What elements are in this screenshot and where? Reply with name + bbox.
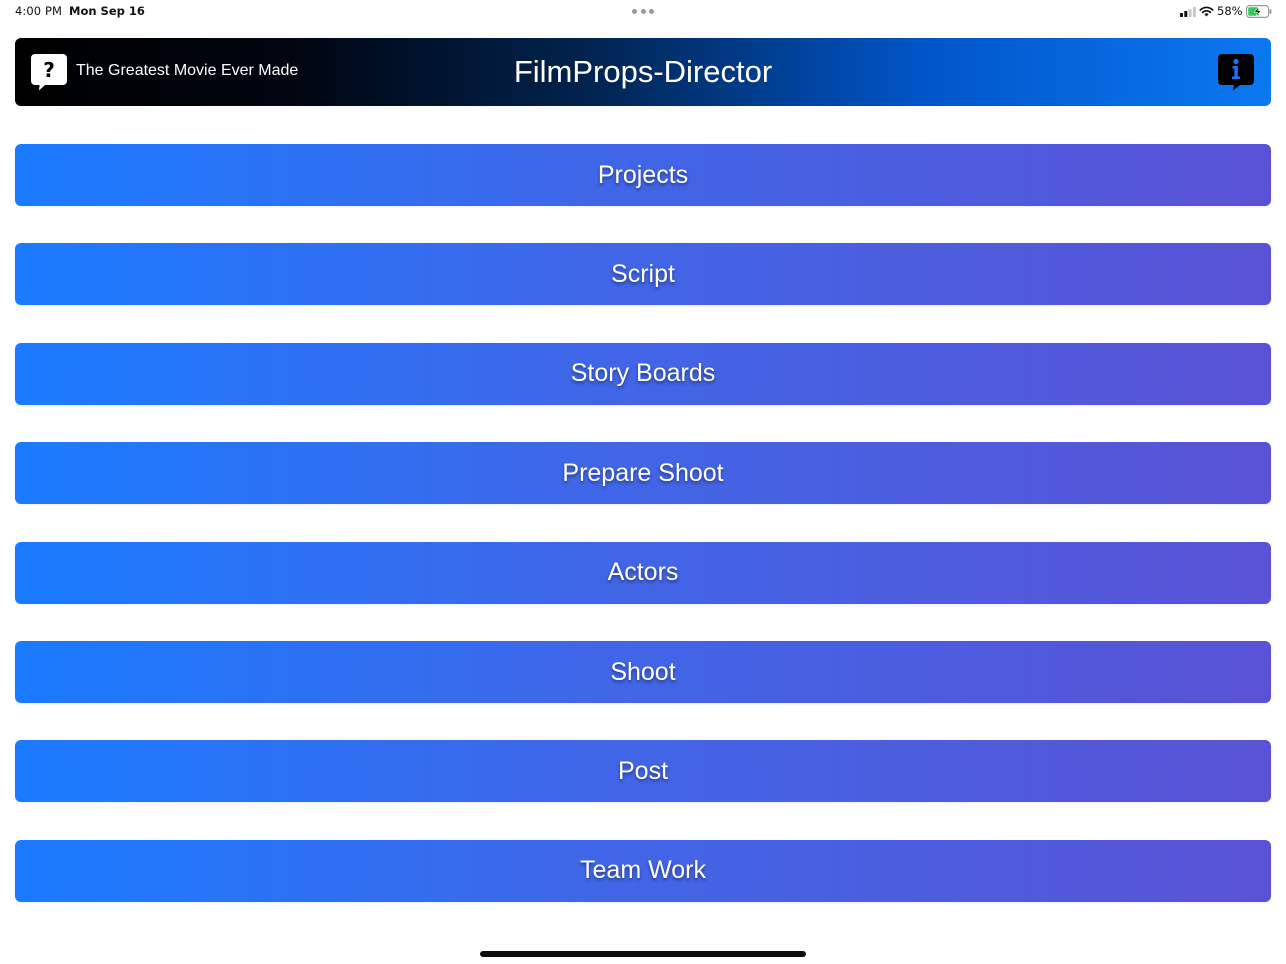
shoot-button[interactable]: Shoot xyxy=(15,641,1271,703)
menu-button-label: Post xyxy=(617,756,669,785)
home-indicator[interactable] xyxy=(480,951,806,957)
app-header: ? The Greatest Movie Ever Made FilmProps… xyxy=(15,38,1271,106)
menu-button-label: Prepare Shoot xyxy=(562,458,724,487)
battery-charging-icon xyxy=(1246,5,1272,18)
menu-button-label: Team Work xyxy=(580,856,706,885)
cellular-signal-icon xyxy=(1180,7,1196,17)
multitasking-dots-icon[interactable] xyxy=(632,9,654,15)
menu-button-label: Story Boards xyxy=(570,359,716,388)
info-bubble-icon xyxy=(1218,54,1254,91)
post-button[interactable]: Post xyxy=(15,740,1271,803)
status-date: Mon Sep 16 xyxy=(69,4,145,18)
projects-button[interactable]: Projects xyxy=(15,144,1271,206)
status-bar: 4:00 PM Mon Sep 16 58% xyxy=(0,0,1286,24)
menu-button-label: Projects xyxy=(597,160,689,189)
status-time: 4:00 PM xyxy=(15,4,63,18)
menu-button-label: Script xyxy=(611,259,675,288)
story-boards-button[interactable]: Story Boards xyxy=(15,342,1271,405)
menu-button-label: Shoot xyxy=(610,657,676,686)
battery-percentage: 58% xyxy=(1217,4,1243,18)
team-work-button[interactable]: Team Work xyxy=(15,839,1271,902)
wifi-icon xyxy=(1199,6,1214,17)
info-button[interactable] xyxy=(1216,52,1256,92)
script-button[interactable]: Script xyxy=(15,243,1271,306)
app-title: FilmProps-Director xyxy=(513,54,773,89)
menu-button-label: Actors xyxy=(607,558,679,587)
prepare-shoot-button[interactable]: Prepare Shoot xyxy=(15,442,1271,505)
actors-button[interactable]: Actors xyxy=(15,541,1271,604)
